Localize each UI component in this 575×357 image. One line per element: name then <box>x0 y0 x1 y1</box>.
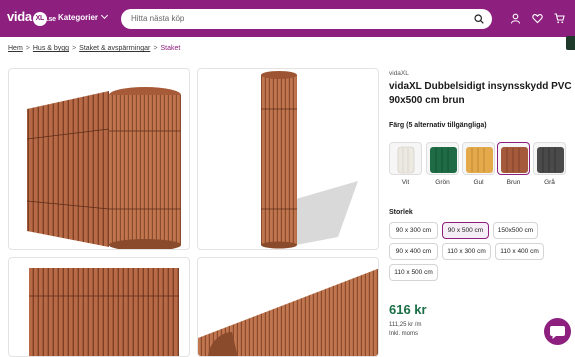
chat-icon <box>550 326 565 339</box>
search-input[interactable]: Hitta nästa köp <box>131 14 184 23</box>
color-swatch-gron[interactable] <box>426 142 459 175</box>
product-image-4[interactable] <box>197 257 379 357</box>
size-option-110x500[interactable]: 110 x 500 cm <box>389 264 438 281</box>
swatch-image-vit <box>397 146 415 174</box>
product-image-1[interactable] <box>8 68 190 250</box>
heart-icon[interactable] <box>532 13 543 24</box>
breadcrumb-separator: > <box>153 45 158 52</box>
fence-closeup-image <box>29 268 179 356</box>
vidaxl-logo[interactable]: vida XL .se <box>7 9 56 26</box>
unit-price: 111,25 kr /m <box>389 322 422 328</box>
breadcrumb-staket-avsparrningar[interactable]: Staket & avspärrningar <box>79 45 150 52</box>
size-option-90x500[interactable]: 90 x 500 cm <box>442 222 489 239</box>
cart-icon[interactable] <box>554 13 565 24</box>
size-option-110x300[interactable]: 110 x 300 cm <box>442 243 491 260</box>
top-header: vida XL .se Kategorier Hitta nästa köp <box>0 0 575 37</box>
vat-note: Inkl. moms <box>389 331 419 337</box>
breadcrumb: Hem > Hus & bygg > Staket & avspärrningar > St… <box>8 45 180 52</box>
logo-xl: XL <box>32 12 47 26</box>
categories-menu-button[interactable]: Kategorier <box>58 11 109 22</box>
categories-label: Kategorier <box>58 13 99 22</box>
breadcrumb-separator: > <box>25 45 30 52</box>
color-name-gra: Grå <box>544 179 555 186</box>
product-brand[interactable]: vidaXL <box>389 70 409 77</box>
size-option-150x500[interactable]: 150x500 cm <box>493 222 538 239</box>
product-price: 616 kr <box>389 302 427 317</box>
size-label: Storlek <box>389 209 413 216</box>
fence-roll-upright-image <box>261 71 358 249</box>
color-name-brun: Brun <box>506 179 521 186</box>
color-swatch-gul[interactable] <box>462 142 495 175</box>
color-label: Färg (5 alternativ tillgängliga) <box>389 122 487 129</box>
logo-tld: .se <box>46 16 56 23</box>
product-title: vidaXL Dubbelsidigt insynsskydd PVC 90x5… <box>389 81 572 106</box>
search-bar[interactable]: Hitta nästa köp <box>121 9 492 29</box>
swatch-image-gra <box>537 147 564 173</box>
user-icon[interactable] <box>510 13 521 24</box>
color-swatch-brun[interactable] <box>497 142 530 175</box>
size-option-90x300[interactable]: 90 x 300 cm <box>389 222 438 239</box>
breadcrumb-current: Staket <box>160 45 181 52</box>
swatch-image-gul <box>466 147 493 173</box>
color-swatch-gra[interactable] <box>533 142 566 175</box>
color-name-gul: Gul <box>473 179 484 186</box>
size-option-90x400[interactable]: 90 x 400 cm <box>389 243 438 260</box>
product-image-2[interactable] <box>197 68 379 250</box>
breadcrumb-hus-bygg[interactable]: Hus & bygg <box>33 45 69 52</box>
chat-button[interactable] <box>544 318 571 345</box>
breadcrumb-home[interactable]: Hem <box>8 45 23 52</box>
color-name-vit: Vit <box>401 179 410 186</box>
size-option-110x400[interactable]: 110 x 400 cm <box>495 243 544 260</box>
logo-main: vida <box>7 9 32 24</box>
color-swatch-vit[interactable] <box>389 142 422 175</box>
search-icon[interactable] <box>474 14 484 24</box>
chevron-down-icon <box>100 11 109 20</box>
color-name-gron: Grön <box>435 179 450 186</box>
swatch-image-gron <box>430 147 457 173</box>
product-image-3[interactable] <box>8 257 190 357</box>
side-widget-tab[interactable] <box>566 36 575 50</box>
fence-roll-image <box>26 87 181 249</box>
breadcrumb-separator: > <box>72 45 77 52</box>
swatch-image-brun <box>501 147 528 173</box>
fence-diagonal-image <box>198 268 378 356</box>
